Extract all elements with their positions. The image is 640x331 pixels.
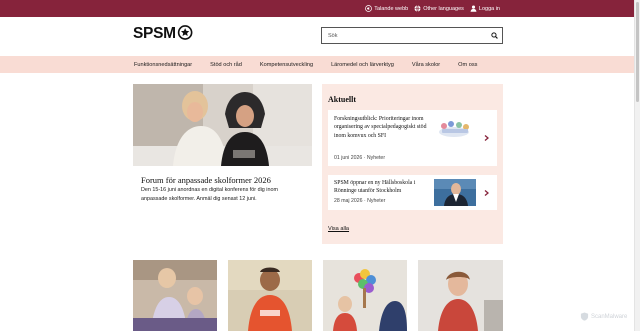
news-meta: 28 maj 2026 · Nyheter [334,198,386,204]
teaser-image[interactable] [228,260,312,331]
news-item[interactable]: Forskningsutblick: Prioriteringar inom o… [328,110,497,166]
hero-image[interactable] [133,84,312,166]
news-item[interactable]: SPSM öppnar en ny Hällsboskola i Rönning… [328,175,497,210]
teaser-image[interactable] [323,260,407,331]
scrollbar-thumb[interactable] [636,2,639,102]
hero-title[interactable]: Forum för anpassade skolformer 2026 [141,175,271,185]
talande-webb-label: Talande webb [374,5,409,12]
chevron-right-icon [484,135,489,141]
talande-webb-link[interactable]: Talande webb [365,5,408,12]
globe-icon [414,5,421,12]
scrollbar[interactable] [634,0,640,331]
news-title: SPSM öppnar en ny Hällsboskola i Rönning… [334,180,416,195]
search-icon [490,32,498,39]
spsm-logo[interactable]: SPSM [133,23,193,45]
star-circle-icon [177,25,193,40]
hero-text: Den 15-16 juni anordnas en digital konfe… [141,187,278,202]
nav-item-funktionsnedsattningar[interactable]: Funktionsnedsättningar [134,62,210,68]
logga-in-link[interactable]: Logga in [470,5,500,12]
shield-icon [580,312,589,321]
logo-text: SPSM [133,25,176,42]
search-box [321,27,503,44]
watermark-text: ScanMalware [591,313,628,320]
top-links: Talande webb Other languages Logga in [365,0,500,17]
view-all-link[interactable]: Visa alla [328,226,349,232]
news-title: Forskningsutblick: Prioriteringar inom o… [334,116,427,139]
chevron-right-icon [484,190,489,196]
nav-item-stod-och-rad[interactable]: Stöd och råd [210,62,260,68]
speaker-icon [365,5,373,12]
nav-item-laromedel[interactable]: Läromedel och lärverktyg [331,62,412,68]
teaser-image[interactable] [133,260,217,331]
top-bar: Talande webb Other languages Logga in [0,0,640,17]
nav-item-kompetensutveckling[interactable]: Kompetensutveckling [260,62,331,68]
teaser-image[interactable] [418,260,503,331]
other-languages-link[interactable]: Other languages [414,5,464,12]
aktuellt-title: Aktuellt [328,95,356,104]
other-languages-label: Other languages [423,5,464,12]
news-meta: 01 juni 2026 · Nyheter [334,155,386,161]
nav-item-vara-skolor[interactable]: Våra skolor [412,62,458,68]
news-thumbnail [434,116,476,142]
aktuellt-panel: Aktuellt Forskningsutblick: Prioritering… [322,84,503,244]
logga-in-label: Logga in [478,5,500,12]
main-nav: Funktionsnedsättningar Stöd och råd Komp… [0,56,634,73]
nav-item-om-oss[interactable]: Om oss [458,62,495,68]
watermark: ScanMalware [580,312,627,321]
user-icon [470,5,477,12]
search-input[interactable] [322,28,486,43]
news-thumbnail [434,179,476,206]
search-button[interactable] [486,28,502,43]
